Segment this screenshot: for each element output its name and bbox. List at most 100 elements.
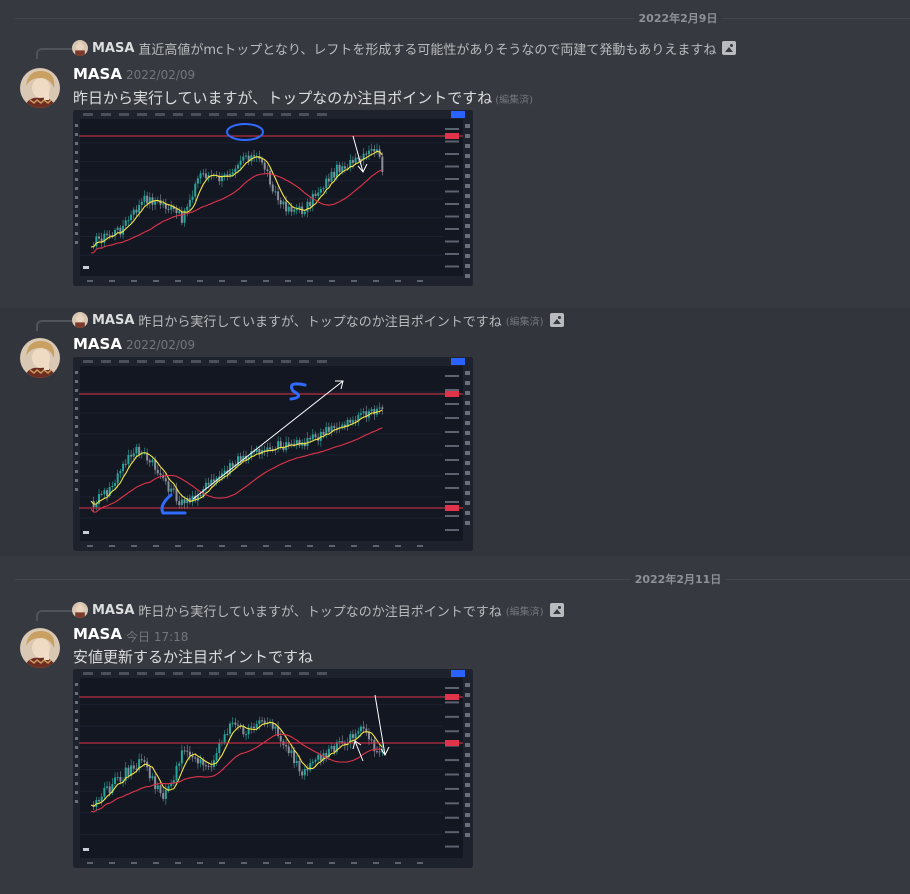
candle	[295, 760, 298, 764]
price-label	[445, 687, 459, 689]
tool-icon	[75, 443, 78, 446]
candle	[367, 150, 370, 155]
message[interactable]: MASA 昨日から実行していますが、トップなのか注目ポイントですね (編集済) …	[0, 308, 910, 556]
candle	[274, 726, 277, 729]
candle	[167, 208, 170, 210]
username[interactable]: MASA	[73, 625, 122, 643]
candle	[351, 734, 354, 739]
date-label	[285, 280, 291, 282]
tool-icon	[75, 800, 78, 803]
sidebar-icon	[465, 733, 470, 737]
sidebar-icon	[465, 471, 470, 475]
price-label	[445, 265, 459, 268]
candle	[285, 201, 288, 212]
candle	[373, 409, 376, 415]
username[interactable]: MASA	[73, 335, 122, 353]
candle	[223, 734, 226, 743]
timestamp: 2022/02/09	[126, 338, 196, 352]
reply-author[interactable]: MASA	[92, 41, 134, 56]
sidebar-icon	[465, 511, 470, 515]
sidebar-icon	[465, 254, 470, 258]
chart-image-attachment[interactable]	[73, 669, 473, 868]
candle	[327, 427, 330, 432]
chart-image-attachment[interactable]	[73, 357, 473, 551]
date-label	[307, 862, 313, 864]
timestamp: 2022/02/09	[126, 68, 196, 82]
toolbar-publish-button	[451, 670, 465, 677]
tool-icon	[75, 710, 78, 713]
price-label	[445, 501, 459, 503]
tool-icon	[75, 187, 78, 190]
date-label	[131, 280, 137, 282]
price-tag	[445, 391, 459, 397]
price-label	[445, 459, 459, 461]
sidebar-icon	[465, 753, 470, 757]
avatar[interactable]	[20, 338, 60, 378]
sidebar-icon	[465, 381, 470, 385]
reply-preview[interactable]: MASA 直近高値がmcトップとなり、レフトを形成する可能性がありそうなので両建…	[72, 39, 737, 58]
reply-author[interactable]: MASA	[92, 603, 134, 618]
tool-icon	[75, 124, 78, 127]
candle	[279, 441, 282, 447]
tool-icon	[75, 782, 78, 785]
reply-preview[interactable]: MASA 昨日から実行していますが、トップなのか注目ポイントですね (編集済)	[72, 601, 564, 620]
candle	[98, 800, 101, 802]
sidebar-icon	[465, 683, 470, 687]
tool-icon	[75, 223, 78, 226]
toolbar-item	[191, 672, 201, 675]
toolbar-item	[209, 360, 219, 363]
candle	[311, 761, 314, 763]
candle	[282, 201, 285, 205]
tool-icon	[75, 371, 78, 374]
price-label	[445, 816, 459, 819]
sidebar-icon	[465, 521, 470, 525]
candle	[116, 473, 119, 484]
tool-icon	[75, 407, 78, 410]
candle	[362, 411, 365, 414]
candle	[303, 211, 306, 215]
avatar[interactable]	[20, 68, 60, 108]
price-label	[445, 389, 459, 391]
date-label	[109, 862, 115, 864]
candle	[354, 420, 357, 422]
toolbar-item	[119, 360, 129, 363]
reply-author[interactable]: MASA	[92, 313, 134, 328]
candle	[116, 227, 119, 230]
message[interactable]: MASA 直近高値がmcトップとなり、レフトを形成する可能性がありそうなので両建…	[0, 36, 910, 296]
reply-preview[interactable]: MASA 昨日から実行していますが、トップなのか注目ポイントですね (編集済)	[72, 311, 564, 330]
date-label	[373, 545, 379, 547]
candle	[119, 471, 122, 474]
tool-icon	[75, 241, 78, 244]
username[interactable]: MASA	[73, 65, 122, 83]
candle	[106, 786, 109, 788]
date-label	[329, 545, 335, 547]
tool-icon	[75, 764, 78, 767]
message[interactable]: MASA 昨日から実行していますが、トップなのか注目ポイントですね (編集済) …	[0, 598, 910, 894]
toolbar-item	[137, 113, 147, 116]
avatar[interactable]	[20, 628, 60, 668]
date-label	[263, 545, 269, 547]
tool-icon	[75, 214, 78, 217]
candle	[135, 446, 138, 454]
toolbar-publish-button	[451, 111, 465, 118]
candle	[143, 195, 146, 202]
sidebar-icon	[465, 154, 470, 158]
candle	[271, 184, 274, 192]
candle	[343, 166, 346, 169]
candle	[210, 766, 213, 768]
reply-connector	[36, 320, 72, 331]
candle	[194, 757, 197, 759]
toolbar-item	[119, 672, 129, 675]
price-label	[445, 845, 459, 848]
candle	[237, 724, 239, 726]
candle	[170, 206, 173, 210]
chart-image-attachment[interactable]	[73, 110, 473, 286]
candle	[333, 426, 336, 428]
candle	[178, 211, 181, 214]
candle	[317, 754, 320, 760]
message-content: 昨日から実行していますが、トップなのか注目ポイントですね (編集済)	[73, 87, 533, 108]
candle	[146, 195, 149, 204]
toolbar-item	[137, 360, 147, 363]
sidebar-icon	[465, 244, 470, 248]
toolbar-item	[119, 113, 129, 116]
